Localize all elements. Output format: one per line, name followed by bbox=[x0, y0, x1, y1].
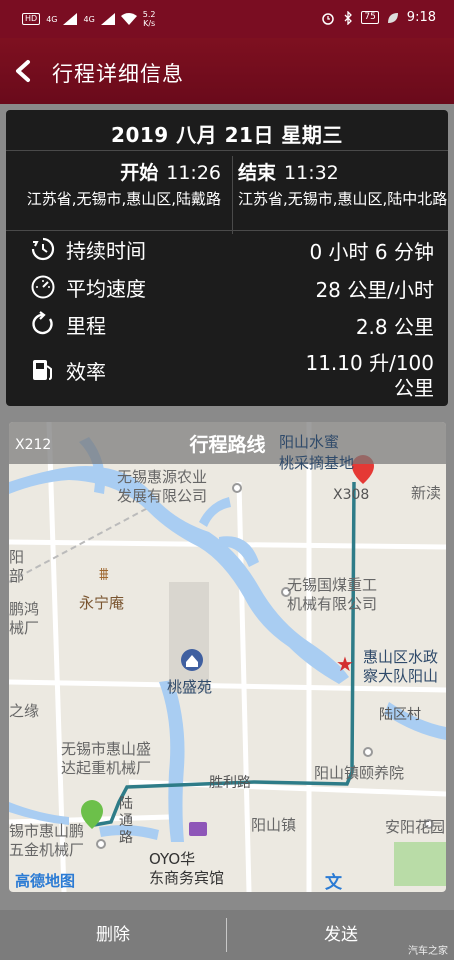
bluetooth-icon bbox=[344, 10, 353, 25]
svg-text:⩩: ⩩ bbox=[99, 564, 109, 585]
map-label-yangshan-town: 阳山镇 bbox=[251, 816, 297, 834]
map-title: 行程路线 bbox=[189, 434, 266, 456]
bottom-action-bar: 删除 发送 汽车之家 bbox=[0, 910, 454, 960]
route-map[interactable]: ⩩ ★ 行程路线 X212 阳山水蜜 桃采摘基地 X308 新渎 无锡惠源农业 … bbox=[9, 422, 446, 892]
wifi-icon bbox=[120, 13, 137, 25]
back-arrow-icon[interactable] bbox=[10, 56, 38, 86]
refresh-icon bbox=[32, 311, 53, 335]
alarm-icon bbox=[322, 12, 335, 25]
park-area bbox=[394, 842, 446, 886]
map-label-taosheng: 桃盛苑 bbox=[167, 678, 213, 696]
signal-4g-2: 4G bbox=[83, 14, 95, 24]
star-marker-icon: ★ bbox=[336, 652, 354, 676]
stat-duration: 持续时间 0 小时 6 分钟 bbox=[6, 232, 448, 268]
signal-icon bbox=[100, 13, 115, 25]
map-label-oyo: OYO华 东商务宾馆 bbox=[149, 850, 225, 887]
map-label-huishan-sheng: 无锡市惠山盛 达起重机械厂 bbox=[61, 740, 152, 777]
start-address: 江苏省,无锡市,惠山区,陆戴路 bbox=[26, 190, 221, 208]
map-compass-icon[interactable]: 文 bbox=[325, 868, 342, 892]
divider bbox=[6, 150, 448, 151]
hd-badge: HD bbox=[22, 13, 41, 25]
timer-icon bbox=[31, 237, 55, 261]
stat-label: 持续时间 bbox=[66, 239, 146, 263]
divider bbox=[226, 918, 227, 952]
stat-avg-speed: 平均速度 28 公里/小时 bbox=[6, 270, 448, 306]
stat-label: 平均速度 bbox=[66, 277, 146, 301]
leaf-icon bbox=[387, 12, 398, 23]
fuel-pump-icon bbox=[33, 360, 52, 380]
map-logo: 高德地图 bbox=[15, 872, 76, 890]
map-label-yanghe: 阳山镇颐养院 bbox=[314, 764, 405, 782]
map-label-anyang: 安阳花园 bbox=[385, 818, 446, 836]
end-address: 江苏省,无锡市,惠山区,陆中北路 bbox=[238, 190, 448, 208]
stat-distance: 里程 2.8 公里 bbox=[6, 307, 448, 343]
stat-value: 11.10 升/100 公里 bbox=[305, 351, 434, 400]
clock: 9:18 bbox=[406, 10, 436, 25]
start-label: 开始 bbox=[120, 162, 159, 184]
map-label-meimei: 无锡国煤重工 机械有限公司 bbox=[287, 576, 378, 613]
map-label-yongning: 永宁庵 bbox=[79, 594, 125, 612]
map-label-huishan-peng: 锡市惠山鹏 五金机械厂 bbox=[9, 822, 85, 859]
page-title: 行程详细信息 bbox=[52, 62, 184, 86]
map-label-x308: X308 bbox=[333, 487, 370, 503]
block-area bbox=[169, 582, 209, 692]
start-time: 11:26 bbox=[166, 162, 221, 184]
map-label-huishan-water: 惠山区水政 察大队阳山 bbox=[363, 648, 439, 685]
map-title-bar: 行程路线 bbox=[9, 422, 446, 464]
trip-start: 开始 11:26 江苏省,无锡市,惠山区,陆戴路 bbox=[6, 156, 227, 209]
watermark: 汽车之家 bbox=[408, 946, 448, 957]
delete-button[interactable]: 删除 bbox=[0, 910, 226, 960]
trip-date: 2019 八月 21日 星期三 bbox=[111, 123, 343, 147]
map-label-huiyuan: 无锡惠源农业 发展有限公司 bbox=[117, 468, 208, 505]
stat-efficiency: 效率 11.10 升/100 公里 bbox=[6, 351, 448, 400]
trip-details-card: 2019 八月 21日 星期三 开始 11:26 江苏省,无锡市,惠山区,陆戴路 … bbox=[6, 110, 448, 406]
map-label-shengli: 胜利路 bbox=[209, 775, 251, 791]
stat-value: 2.8 公里 bbox=[355, 315, 434, 339]
map-label-luqu: 陆区村 bbox=[379, 707, 421, 723]
network-speed: 5.2 K/s bbox=[142, 10, 156, 28]
end-label: 结束 bbox=[238, 162, 277, 184]
stat-value: 28 公里/小时 bbox=[315, 278, 434, 302]
map-label-yangshan: 阳山水蜜 桃采摘基地 bbox=[279, 433, 355, 472]
signal-4g-1: 4G bbox=[46, 14, 58, 24]
map-label-zhiyuan: 之缘 bbox=[9, 702, 40, 720]
divider bbox=[6, 230, 448, 231]
speedometer-icon bbox=[31, 275, 55, 299]
app-header: 行程详细信息 bbox=[0, 38, 454, 104]
stat-label: 里程 bbox=[66, 314, 106, 338]
map-label-penghong: 鹏鸿 械厂 bbox=[9, 600, 40, 637]
map-label-x212: X212 bbox=[15, 437, 52, 453]
stat-label: 效率 bbox=[66, 360, 106, 384]
map-label-xindu: 新渎 bbox=[411, 484, 442, 502]
trip-end: 结束 11:32 江苏省,无锡市,惠山区,陆中北路 bbox=[232, 156, 448, 209]
map-label-yang-left: 阳 部 bbox=[9, 548, 25, 585]
hotel-icon bbox=[189, 822, 207, 836]
signal-icon bbox=[63, 13, 78, 25]
stat-value: 0 小时 6 分钟 bbox=[309, 240, 434, 264]
battery-indicator: 75 bbox=[361, 11, 379, 24]
map-label-lutong: 陆 通 路 bbox=[119, 796, 133, 846]
end-time: 11:32 bbox=[284, 162, 339, 184]
status-bar: HD 4G 4G 5.2 K/s 75 9:18 bbox=[0, 0, 454, 38]
